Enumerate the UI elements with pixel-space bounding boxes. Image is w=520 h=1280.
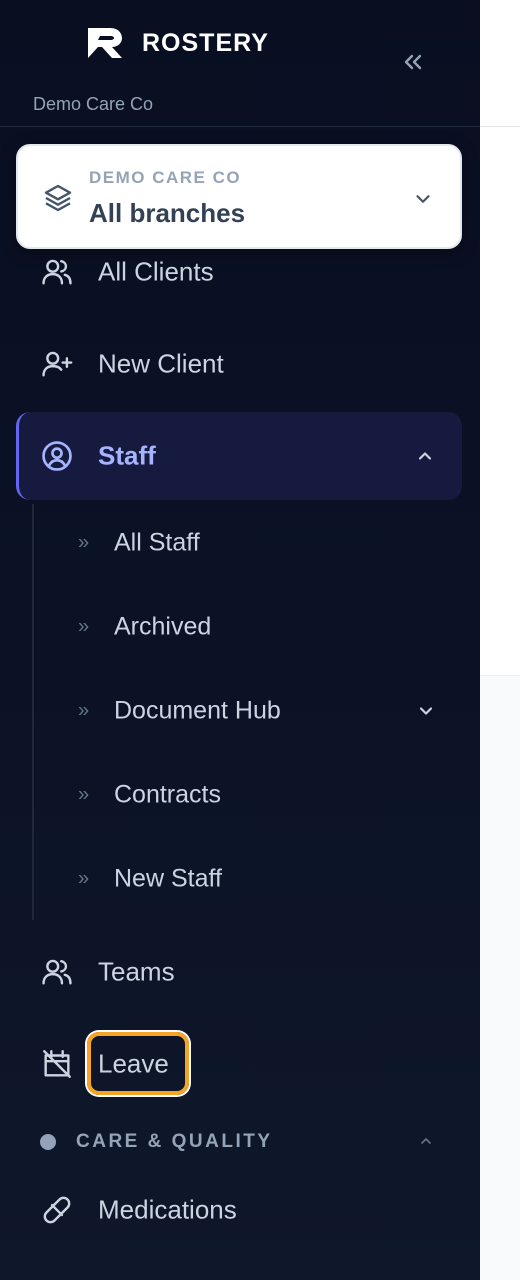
- nav-item-teams[interactable]: Teams: [16, 928, 462, 1016]
- nav-label-all-clients: All Clients: [98, 256, 214, 287]
- layers-icon: [44, 184, 72, 212]
- nav-item-medications[interactable]: Medications: [16, 1166, 462, 1254]
- double-chevron-right-icon: »: [78, 531, 90, 554]
- brand-name: ROSTERY: [142, 28, 269, 57]
- nav-item-leave[interactable]: Leave: [16, 1020, 462, 1108]
- sub-label-new-staff: New Staff: [114, 864, 222, 893]
- main-content: [480, 0, 520, 1280]
- nav-label-staff: Staff: [98, 440, 156, 471]
- pill-icon: [43, 1196, 71, 1224]
- nav-label-medications: Medications: [98, 1194, 237, 1225]
- chevron-down-icon: [416, 195, 430, 203]
- branch-org-label: DEMO CARE CO: [89, 168, 242, 187]
- nav-item-new-client[interactable]: New Client: [16, 320, 462, 408]
- header-divider: [0, 126, 480, 127]
- r-logo-icon: [88, 28, 122, 58]
- top-bar: [480, 0, 520, 127]
- brand-logo[interactable]: ROSTERY: [86, 26, 269, 60]
- chevron-up-icon: [421, 1138, 431, 1144]
- user-circle-icon: [42, 441, 72, 471]
- section-label: CARE & QUALITY: [76, 1131, 273, 1152]
- double-chevron-right-icon: »: [78, 867, 90, 890]
- chevron-up-icon: [418, 452, 432, 460]
- nav-label-teams: Teams: [98, 956, 175, 987]
- double-chevron-right-icon: »: [78, 699, 90, 722]
- sidebar: ROSTERY Demo Care Co DEMO CARE CO All br…: [0, 0, 480, 1280]
- nav-label-leave: Leave: [98, 1048, 169, 1079]
- sub-label-all-staff: All Staff: [114, 528, 200, 557]
- content-area: [480, 675, 520, 1280]
- double-chevron-left-icon: [404, 54, 422, 70]
- nav-item-staff[interactable]: Staff: [16, 412, 462, 500]
- sub-label-contracts: Contracts: [114, 780, 221, 809]
- staff-submenu-line: [32, 504, 34, 920]
- sub-item-document-hub[interactable]: » Document Hub: [60, 669, 460, 753]
- calendar-off-icon: [43, 1050, 71, 1078]
- sub-item-archived[interactable]: » Archived: [60, 585, 460, 669]
- collapse-sidebar-button[interactable]: [398, 48, 426, 76]
- section-care-quality[interactable]: CARE & QUALITY: [16, 1120, 462, 1164]
- double-chevron-right-icon: »: [78, 615, 90, 638]
- nav-item-all-clients[interactable]: All Clients: [16, 228, 462, 316]
- nav-label-new-client: New Client: [98, 348, 224, 379]
- org-name: Demo Care Co: [33, 94, 154, 114]
- users-icon: [42, 959, 72, 985]
- sub-item-new-staff[interactable]: » New Staff: [60, 837, 460, 921]
- section-dot: [40, 1134, 56, 1150]
- sub-label-archived: Archived: [114, 612, 212, 641]
- sub-item-all-staff[interactable]: » All Staff: [60, 501, 460, 585]
- sub-label-document-hub: Document Hub: [114, 696, 281, 725]
- branch-value: All branches: [89, 198, 246, 228]
- sub-item-contracts[interactable]: » Contracts: [60, 753, 460, 837]
- user-plus-icon: [42, 351, 73, 377]
- double-chevron-right-icon: »: [78, 783, 90, 806]
- chevron-down-icon: [419, 707, 433, 715]
- users-icon: [42, 259, 72, 285]
